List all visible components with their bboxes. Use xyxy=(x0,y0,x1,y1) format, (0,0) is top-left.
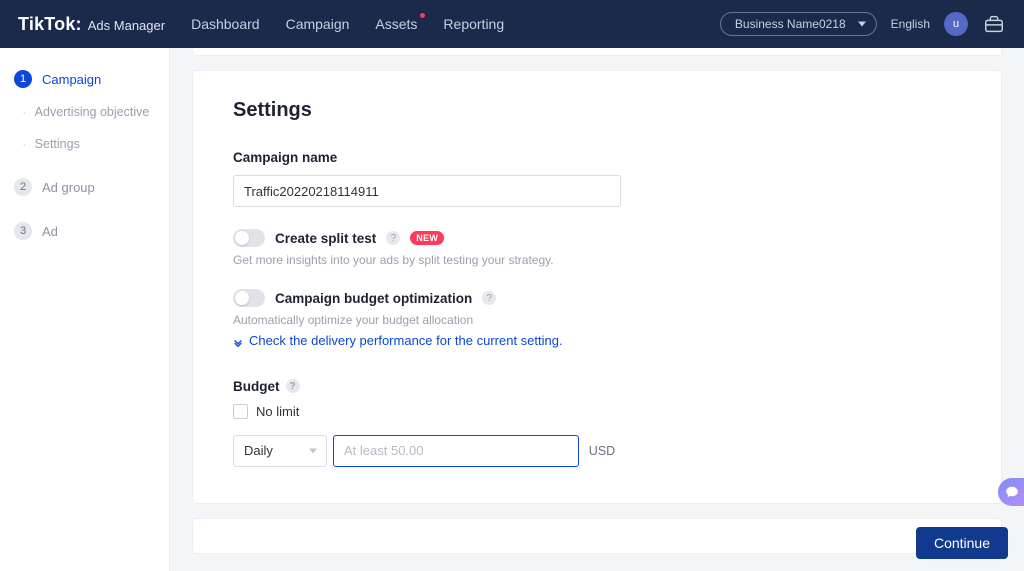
top-header: TikTok: Ads Manager Dashboard Campaign A… xyxy=(0,0,1024,48)
chevron-down-icon xyxy=(233,336,243,346)
avatar[interactable]: u xyxy=(944,12,968,36)
split-test-hint: Get more insights into your ads by split… xyxy=(233,253,961,267)
step-number: 2 xyxy=(14,178,32,196)
prev-card-sliver xyxy=(192,48,1002,56)
campaign-name-label: Campaign name xyxy=(233,150,961,165)
sidebar-step-ad-group[interactable]: 2 Ad group xyxy=(0,170,169,204)
nav-reporting[interactable]: Reporting xyxy=(443,16,504,32)
step-label: Campaign xyxy=(42,72,101,87)
business-selector[interactable]: Business Name0218 xyxy=(720,12,877,36)
delivery-performance-link[interactable]: Check the delivery performance for the c… xyxy=(233,333,563,348)
settings-title: Settings xyxy=(233,99,961,122)
budget-amount-input[interactable] xyxy=(333,435,579,467)
help-icon[interactable]: ? xyxy=(482,291,496,305)
sidebar-sub-settings[interactable]: Settings xyxy=(0,128,169,160)
cbo-label: Campaign budget optimization xyxy=(275,291,472,306)
cbo-hint: Automatically optimize your budget alloc… xyxy=(233,313,961,327)
campaign-name-input[interactable] xyxy=(233,175,621,207)
budget-interval-select[interactable]: Daily xyxy=(233,435,327,467)
step-label: Ad group xyxy=(42,180,95,195)
language-selector[interactable]: English xyxy=(891,17,930,31)
next-card-sliver xyxy=(192,518,1002,554)
step-number: 3 xyxy=(14,222,32,240)
nav-campaign[interactable]: Campaign xyxy=(286,16,350,32)
main-area: Settings Campaign name Create split test… xyxy=(170,48,1024,571)
no-limit-checkbox[interactable] xyxy=(233,404,248,419)
settings-card: Settings Campaign name Create split test… xyxy=(192,70,1002,504)
nav-assets[interactable]: Assets xyxy=(375,16,417,32)
chat-help-bubble[interactable] xyxy=(998,478,1024,506)
nav-dashboard[interactable]: Dashboard xyxy=(191,16,260,32)
sidebar-step-campaign[interactable]: 1 Campaign xyxy=(0,62,169,96)
brand-name: TikTok: xyxy=(18,14,82,35)
help-icon[interactable]: ? xyxy=(386,231,400,245)
brand: TikTok: Ads Manager xyxy=(18,14,165,35)
help-icon[interactable]: ? xyxy=(286,379,300,393)
split-test-toggle[interactable] xyxy=(233,229,265,247)
top-nav: Dashboard Campaign Assets Reporting xyxy=(191,16,504,32)
split-test-label: Create split test xyxy=(275,231,376,246)
new-badge: NEW xyxy=(410,231,444,245)
budget-label: Budget ? xyxy=(233,379,961,394)
step-label: Ad xyxy=(42,224,58,239)
continue-button[interactable]: Continue xyxy=(916,527,1008,559)
currency-label: USD xyxy=(585,435,619,467)
step-number: 1 xyxy=(14,70,32,88)
sidebar-sub-advertising-objective[interactable]: Advertising objective xyxy=(0,96,169,128)
creation-sidebar: 1 Campaign Advertising objective Setting… xyxy=(0,48,170,571)
cbo-toggle[interactable] xyxy=(233,289,265,307)
brand-sub: Ads Manager xyxy=(88,18,165,33)
business-center-icon[interactable] xyxy=(982,13,1006,35)
no-limit-label: No limit xyxy=(256,404,299,419)
sidebar-step-ad[interactable]: 3 Ad xyxy=(0,214,169,248)
